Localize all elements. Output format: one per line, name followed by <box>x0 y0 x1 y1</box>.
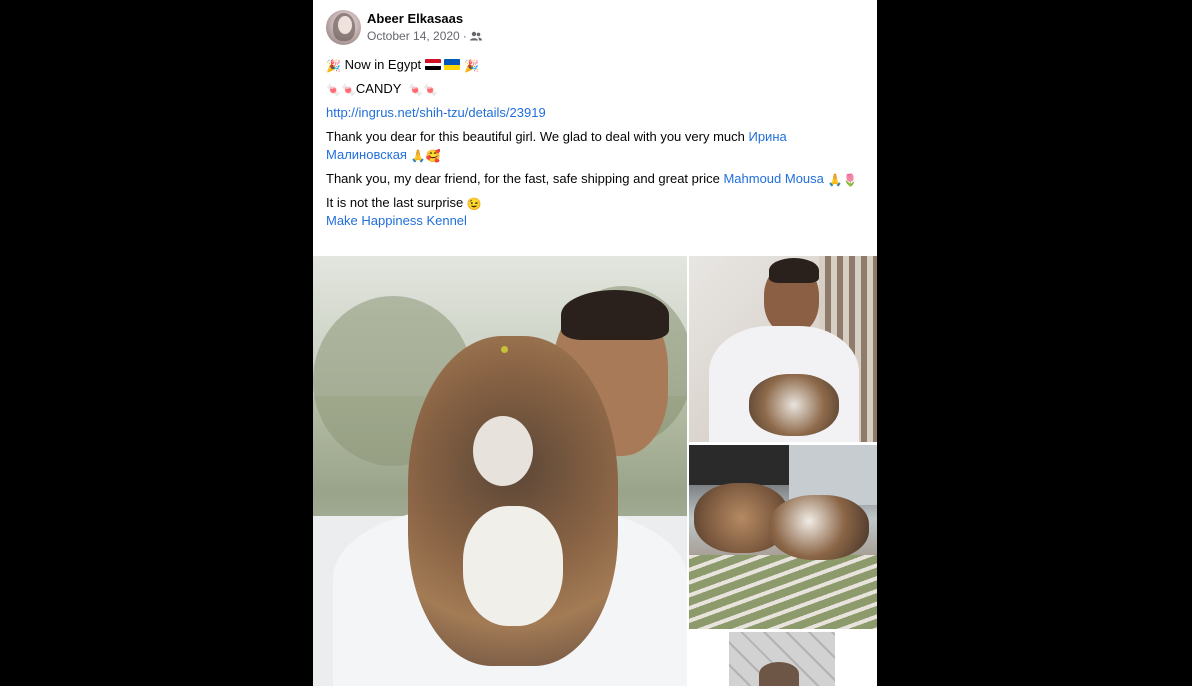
friends-icon <box>469 31 482 41</box>
mention-link[interactable]: Mahmoud Mousa <box>723 171 823 186</box>
winking-face-icon: 😉 <box>466 197 482 211</box>
pray-icon: 🙏 <box>410 149 426 163</box>
candy-icon: 🍬 <box>326 83 341 97</box>
ukraine-flag-icon <box>444 59 461 70</box>
meta-separator: · <box>462 29 467 43</box>
party-popper-icon: 🎉 <box>326 59 341 73</box>
post-text: 🎉 Now in Egypt 🎉 🍬🍬CANDY 🍬🍬 http://ingru… <box>326 56 861 230</box>
text-line-candy: 🍬🍬CANDY 🍬🍬 <box>326 80 861 98</box>
text-line-surprise: It is not the last surprise 😉 Make Happi… <box>326 194 861 230</box>
pray-icon: 🙏 <box>827 173 843 187</box>
thanks2-text: Thank you, my dear friend, for the fast,… <box>326 171 724 186</box>
candy-text: CANDY <box>355 81 402 96</box>
egypt-text: Now in Egypt <box>344 57 422 72</box>
hammock-photo-2[interactable] <box>689 445 877 629</box>
text-line-thanks1: Thank you dear for this beautiful girl. … <box>326 128 861 164</box>
text-line-egypt: 🎉 Now in Egypt 🎉 <box>326 56 861 74</box>
candy-icon: 🍬 <box>408 83 424 97</box>
post-date[interactable]: October 14, 2020 <box>367 29 460 43</box>
tiles-photo[interactable] <box>729 632 835 686</box>
thanks1-text: Thank you dear for this beautiful girl. … <box>326 129 749 144</box>
post-header: Abeer Elkasaas October 14, 2020 · <box>326 10 866 46</box>
post-card: Abeer Elkasaas October 14, 2020 · 🎉 Now … <box>313 0 877 686</box>
kennel-link[interactable]: Make Happiness Kennel <box>326 213 467 228</box>
party-popper-icon: 🎉 <box>464 59 479 73</box>
surprise-text: It is not the last surprise <box>326 195 464 210</box>
author-name[interactable]: Abeer Elkasaas <box>367 11 463 26</box>
egypt-flag-icon <box>424 59 441 70</box>
hammock-photo-1[interactable] <box>689 256 877 442</box>
external-link[interactable]: http://ingrus.net/shih-tzu/details/23919 <box>326 105 546 120</box>
text-line-thanks2: Thank you, my dear friend, for the fast,… <box>326 170 861 188</box>
candy-icon: 🍬 <box>340 83 356 97</box>
main-photo[interactable] <box>313 256 687 686</box>
smiling-hearts-icon: 🥰 <box>425 149 441 163</box>
text-line-url: http://ingrus.net/shih-tzu/details/23919 <box>326 104 861 122</box>
candy-icon: 🍬 <box>423 83 439 97</box>
post-meta: October 14, 2020 · <box>367 29 482 43</box>
photo-grid <box>313 256 877 686</box>
avatar[interactable] <box>326 10 361 45</box>
tulip-icon: 🌷 <box>842 173 858 187</box>
